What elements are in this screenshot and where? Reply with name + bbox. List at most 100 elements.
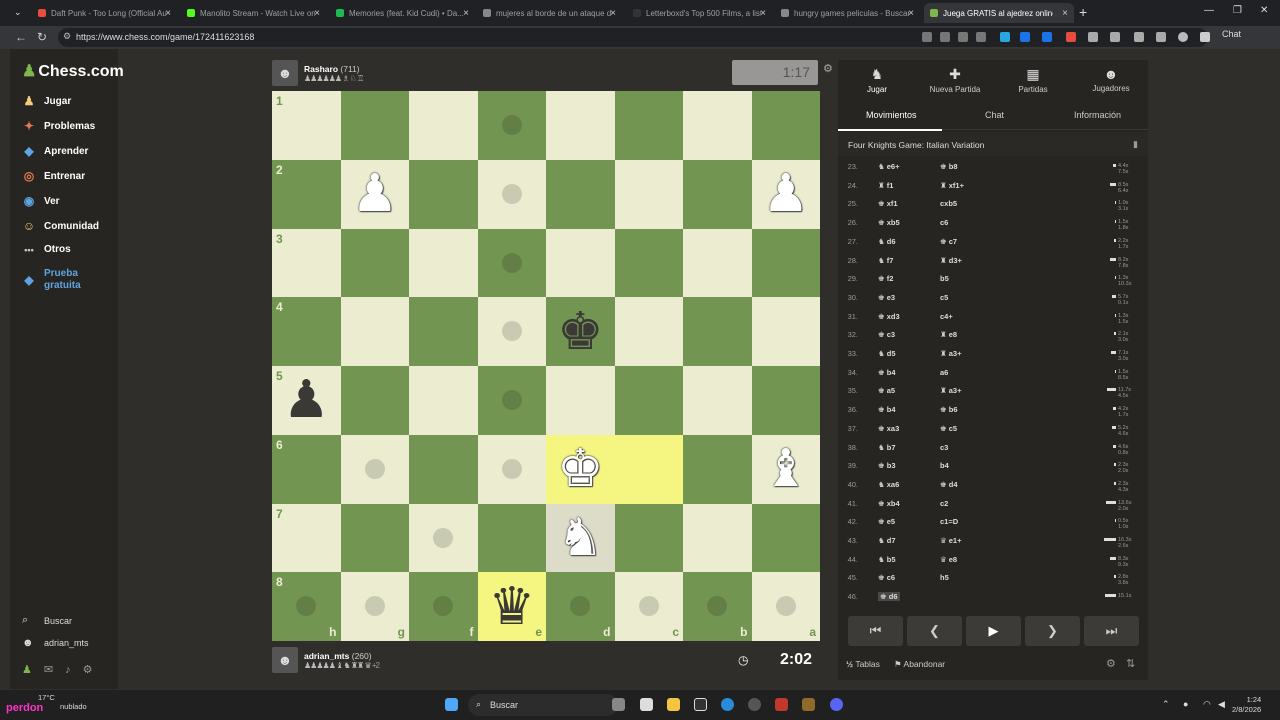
bookmarks-icon[interactable]: [1156, 32, 1166, 42]
legal-move-dot[interactable]: [501, 183, 522, 204]
white-move[interactable]: ♚ e5: [878, 517, 895, 526]
close-tab-icon[interactable]: ×: [1062, 8, 1068, 19]
profile-avatar-icon[interactable]: [1178, 32, 1188, 42]
close-tab-icon[interactable]: ×: [314, 8, 320, 19]
legal-move-dot[interactable]: [775, 596, 796, 617]
tab-moves[interactable]: Movimientos: [866, 110, 917, 120]
extension-icon[interactable]: [1042, 32, 1052, 42]
prev-move-button[interactable]: ❮: [907, 616, 962, 646]
system-clock[interactable]: 1:24 2/8/2026: [1232, 695, 1261, 715]
tray-chevron-icon[interactable]: ⌃: [1162, 699, 1170, 710]
board-square[interactable]: [546, 91, 615, 160]
last-move-button[interactable]: ⏭: [1084, 616, 1139, 646]
board-square[interactable]: [683, 159, 752, 229]
weather-widget[interactable]: 17°C nublado: [38, 693, 87, 711]
panel-tab-nueva-partida[interactable]: ✚ Nueva Partida: [916, 66, 994, 94]
wifi-icon[interactable]: ◠: [1203, 699, 1211, 710]
board-square[interactable]: b: [683, 572, 752, 641]
taskbar-search[interactable]: ⌕ Buscar: [468, 694, 618, 716]
board-square[interactable]: [614, 91, 683, 160]
black-move[interactable]: ♚ b6: [940, 405, 958, 414]
opponent-avatar[interactable]: ☻: [272, 60, 298, 86]
black-move[interactable]: ♜ d3+: [940, 256, 962, 265]
settings-gear-icon[interactable]: ⚙: [83, 664, 105, 676]
profile-link[interactable]: ☻ adrian_mts: [22, 637, 89, 649]
white-move[interactable]: ♚ a5: [878, 386, 895, 395]
maximize-icon[interactable]: ❐: [1233, 5, 1242, 16]
board-square[interactable]: [477, 297, 546, 366]
browser-tab[interactable]: Daft Punk - Too Long (Official Au... ×: [32, 3, 177, 23]
board-square[interactable]: 4: [272, 297, 341, 366]
legal-move-dot[interactable]: [501, 390, 522, 410]
app-icon[interactable]: [775, 698, 788, 711]
sidebar-item-problemas[interactable]: ✦ Problemas: [22, 119, 95, 133]
black-move[interactable]: c1=D: [940, 517, 958, 526]
white-move[interactable]: ♞ b5: [878, 555, 896, 564]
board-square[interactable]: [409, 228, 478, 298]
board-square[interactable]: [340, 434, 409, 504]
sidebar-item-aprender[interactable]: ◆ Aprender: [22, 144, 88, 158]
analysis-icon[interactable]: ⚙: [1106, 657, 1116, 670]
black-move[interactable]: c3: [940, 443, 948, 452]
chess-board[interactable]: 1 2 ♟ ♟ 3 4 ♚ ♟ 5 6 ♚ ♝ 7 ♞ 8 h g f ♛ e d c b a: [272, 91, 820, 641]
sidebar-item-ver[interactable]: ◉ Ver: [22, 194, 60, 208]
board-square[interactable]: [683, 297, 752, 366]
tab-list-chevron-icon[interactable]: ⌄: [14, 7, 22, 18]
white-move[interactable]: ♚ b4: [878, 405, 896, 414]
browser-tab[interactable]: Juega GRATIS al ajedrez online... ×: [924, 3, 1074, 23]
draw-button[interactable]: ½ Tablas: [846, 659, 880, 669]
book-icon[interactable]: ▮: [1133, 139, 1138, 150]
extension-icon[interactable]: [1020, 32, 1030, 42]
task-view-icon[interactable]: [612, 698, 625, 711]
panel-tab-jugadores[interactable]: ☻ Jugadores: [1072, 66, 1150, 93]
white-bishop-icon[interactable]: ♝: [752, 435, 821, 504]
browser-tab[interactable]: Manolito Stream - Watch Live on ... ×: [181, 3, 326, 23]
legal-move-dot[interactable]: [570, 596, 590, 617]
black-move[interactable]: ♜ xf1+: [940, 181, 964, 190]
white-move[interactable]: ♚ xf1: [878, 199, 898, 208]
white-move[interactable]: ♞ f7: [878, 256, 893, 265]
black-move[interactable]: b4: [940, 461, 949, 470]
board-square[interactable]: ♟ 5: [272, 366, 341, 435]
board-square[interactable]: [751, 503, 820, 573]
panel-tab-jugar[interactable]: ♞ Jugar: [838, 66, 916, 94]
white-pawn-icon[interactable]: ♟: [752, 160, 821, 229]
board-square[interactable]: [477, 159, 546, 229]
app-icon[interactable]: [802, 698, 815, 711]
board-square[interactable]: [409, 297, 478, 366]
sidebar-item-entrenar[interactable]: ◎ Entrenar: [22, 169, 85, 183]
board-square[interactable]: [614, 297, 683, 366]
notifications-icon[interactable]: ♪: [65, 664, 83, 676]
board-square[interactable]: [614, 366, 683, 435]
sidebar-item-comunidad[interactable]: ☺ Comunidad: [22, 219, 99, 233]
board-square[interactable]: [683, 91, 752, 160]
white-pawn-icon[interactable]: ♟: [341, 160, 410, 229]
friends-icon[interactable]: ♟: [22, 664, 44, 676]
board-square[interactable]: [751, 297, 820, 366]
white-knight-icon[interactable]: ♞: [546, 504, 615, 573]
black-move[interactable]: ♛ e1+: [940, 536, 961, 545]
browser-tab[interactable]: hungry games peliculas - Buscar c...×: [775, 3, 920, 23]
white-move[interactable]: ♚ xd3: [878, 312, 900, 321]
tab-info[interactable]: Información: [1074, 110, 1121, 120]
board-square[interactable]: [614, 159, 683, 229]
browser-tab[interactable]: Letterboxd's Top 500 Films, a list ... ×: [627, 3, 772, 23]
black-move[interactable]: ♜ a3+: [940, 349, 961, 358]
first-move-button[interactable]: ⏮: [848, 616, 903, 646]
white-move[interactable]: ♚ b3: [878, 461, 896, 470]
edge-icon[interactable]: [721, 698, 734, 711]
opponent-name[interactable]: Rasharo (711): [304, 64, 363, 74]
board-square[interactable]: g: [340, 572, 409, 641]
board-square[interactable]: [340, 366, 409, 435]
browser-tab[interactable]: Memories (feat. Kid Cudi) • Da... ×: [330, 3, 475, 23]
board-square[interactable]: f: [409, 572, 478, 641]
board-square[interactable]: 6: [272, 434, 341, 504]
board-square[interactable]: 7: [272, 503, 341, 573]
board-square[interactable]: ♟: [751, 159, 821, 229]
white-move[interactable]: ♚ xb4: [878, 499, 900, 508]
black-move[interactable]: ♛ e8: [940, 555, 957, 564]
board-square[interactable]: [477, 434, 546, 504]
board-square[interactable]: [683, 503, 752, 573]
extension-icon[interactable]: [1000, 32, 1010, 42]
board-square[interactable]: [340, 503, 409, 573]
